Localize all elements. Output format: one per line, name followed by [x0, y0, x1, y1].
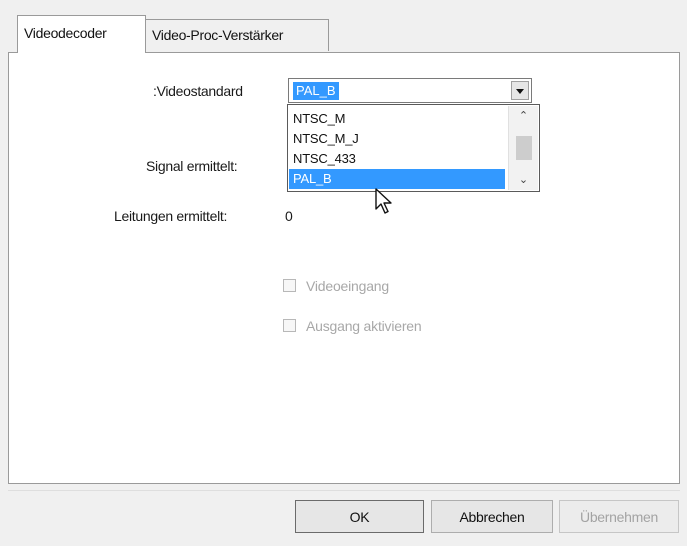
- cancel-button[interactable]: Abbrechen: [431, 500, 553, 533]
- tab-video-proc-verstaerker[interactable]: Video-Proc-Verstärker: [146, 19, 329, 51]
- dropdown-option[interactable]: NTSC_433: [289, 149, 505, 169]
- dropdown-option[interactable]: NTSC_M_J: [289, 129, 505, 149]
- divider: [8, 490, 680, 491]
- videoeingang-label: Videoeingang: [306, 278, 389, 294]
- videostandard-dropdown-list[interactable]: NTSC_M NTSC_M_J NTSC_433 PAL_B ⌃ ⌄: [287, 104, 540, 192]
- videostandard-value: PAL_B: [293, 82, 339, 100]
- scroll-down-icon[interactable]: ⌄: [509, 172, 538, 188]
- ausgang-label: Ausgang aktivieren: [306, 318, 422, 334]
- videostandard-label: :Videostandard: [153, 83, 243, 99]
- property-dialog: Videodecoder Video-Proc-Verstärker :Vide…: [0, 0, 687, 546]
- videoeingang-checkbox: [283, 279, 296, 292]
- dropdown-scrollbar[interactable]: ⌃ ⌄: [508, 106, 538, 190]
- lines-detected-value: 0: [285, 208, 293, 224]
- dropdown-option[interactable]: NTSC_M: [289, 109, 505, 129]
- scrollbar-thumb[interactable]: [516, 136, 532, 160]
- signal-detected-label: Signal ermittelt:: [146, 158, 238, 174]
- lines-detected-label: Leitungen ermittelt:: [114, 208, 228, 224]
- dropdown-option-selected[interactable]: PAL_B: [289, 169, 505, 189]
- chevron-down-icon[interactable]: [511, 81, 529, 100]
- ok-button[interactable]: OK: [295, 500, 424, 533]
- videostandard-select[interactable]: PAL_B: [288, 78, 532, 103]
- mouse-cursor-icon: [375, 188, 392, 214]
- scroll-up-icon[interactable]: ⌃: [509, 108, 538, 124]
- tab-videodecoder[interactable]: Videodecoder: [17, 15, 146, 53]
- apply-button: Übernehmen: [559, 500, 679, 533]
- ausgang-checkbox: [283, 319, 296, 332]
